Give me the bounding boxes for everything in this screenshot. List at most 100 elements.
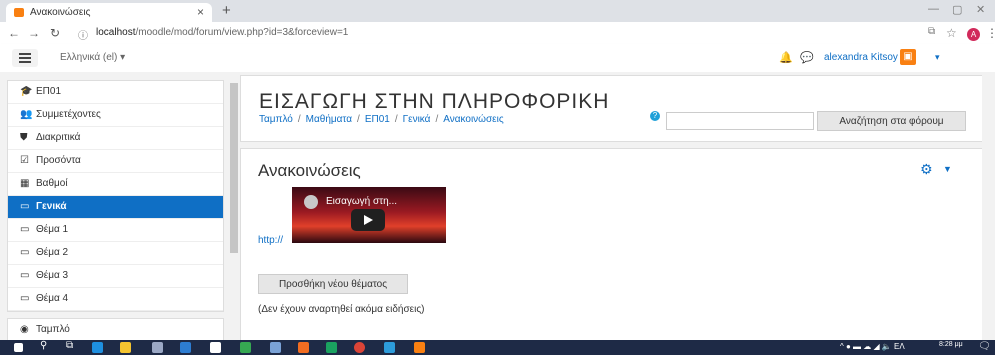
drawer-item-label: Προσόντα	[36, 155, 81, 166]
tab-title: Ανακοινώσεις	[30, 7, 91, 18]
breadcrumb-item[interactable]: Μαθήματα	[306, 114, 352, 125]
drawer-item-label: Βαθμοί	[36, 178, 68, 189]
task-view-icon[interactable]: ⧉	[66, 340, 73, 351]
forward-arrow-icon[interactable]: →	[28, 26, 40, 40]
bookmark-star-icon[interactable]: ☆	[946, 26, 957, 40]
drawer-item-label: Θέμα 1	[36, 224, 69, 235]
input-language[interactable]: ΕΛ	[894, 342, 905, 351]
hamburger-icon	[19, 53, 31, 55]
app-icon[interactable]	[210, 342, 221, 353]
site-info-icon[interactable]: ⓘ	[78, 27, 88, 42]
drawer-item-8[interactable]: ▭ Θέμα 3	[8, 265, 223, 288]
url-text: localhost/moodle/mod/forum/view.php?id=3…	[96, 27, 348, 38]
app-icon[interactable]	[384, 342, 395, 353]
close-window-button[interactable]: ✕	[976, 3, 985, 16]
folder-icon: ▭	[20, 293, 30, 304]
breadcrumb: Ταμπλό / Μαθήματα / ΕΠ01 / Γενικά / Ανακοινώσεις	[259, 114, 504, 125]
minimize-button[interactable]: —	[928, 3, 939, 15]
edge-browser-icon[interactable]	[92, 342, 103, 353]
user-menu-name[interactable]: alexandra Kitsoy	[824, 52, 898, 63]
system-tray[interactable]: ^ ● ▬ ☁ ◢ 🔈 ΕΛ	[840, 342, 905, 351]
shield-icon: ⛊	[20, 132, 28, 143]
drive-icon[interactable]	[326, 342, 337, 353]
chevron-down-icon[interactable]: ▼	[943, 164, 952, 174]
check-square-icon: ☑	[20, 155, 29, 166]
messages-icon[interactable]: 💬	[800, 51, 814, 64]
moodle-favicon-icon	[14, 8, 24, 17]
drawer-item-label: Ταμπλό	[36, 324, 70, 335]
moodle-app-icon[interactable]	[414, 342, 425, 353]
drawer-item-4[interactable]: ▦ Βαθμοί	[8, 173, 223, 196]
drawer-item-7[interactable]: ▭ Θέμα 2	[8, 242, 223, 265]
reload-icon[interactable]: ↻	[50, 26, 60, 40]
forum-content-card: Ανακοινώσεις ⚙ ▼ Εισαγωγή στη... http://…	[240, 148, 984, 341]
page-scrollbar[interactable]	[982, 72, 995, 340]
drawer-item-2[interactable]: ⛊ Διακριτικά	[8, 127, 223, 150]
windows-start-icon[interactable]	[14, 343, 23, 352]
url-path: /moodle/mod/forum/view.php?id=3&forcevie…	[135, 27, 349, 38]
add-topic-button[interactable]: Προσθήκη νέου θέματος	[258, 274, 408, 294]
store-icon[interactable]	[152, 342, 163, 353]
app-icon[interactable]	[240, 342, 251, 353]
drawer-item-label: Θέμα 2	[36, 247, 69, 258]
no-posts-message: (Δεν έχουν αναρτηθεί ακόμα ειδήσεις)	[258, 304, 425, 315]
tachometer-icon: ◉	[20, 324, 29, 335]
gear-icon[interactable]: ⚙	[920, 161, 933, 178]
drawer-item-dashboard[interactable]: ◉ Ταμπλό	[8, 319, 223, 342]
drawer-item-label: Συμμετέχοντες	[36, 109, 101, 120]
folder-icon: ▭	[20, 247, 30, 258]
browser-tab-strip: Ανακοινώσεις × + — ▢ ✕	[0, 0, 995, 22]
drawer-item-9[interactable]: ▭ Θέμα 4	[8, 288, 223, 311]
browser-tab[interactable]: Ανακοινώσεις ×	[6, 3, 212, 22]
app-icon[interactable]	[180, 342, 191, 353]
folder-icon: ▭	[20, 224, 30, 235]
drawer-scroll-thumb[interactable]	[230, 83, 238, 253]
app-icon[interactable]	[270, 342, 281, 353]
translate-icon[interactable]: ⧉	[928, 26, 935, 37]
breadcrumb-item[interactable]: Ταμπλό	[259, 114, 293, 125]
drawer-toggle-button[interactable]	[12, 49, 38, 67]
browser-menu-icon[interactable]: ⋮	[986, 26, 995, 40]
search-icon[interactable]: ⚲	[40, 340, 47, 351]
drawer-item-5[interactable]: ▭ Γενικά	[8, 196, 223, 219]
profile-avatar[interactable]: A	[967, 28, 980, 41]
drawer-item-1[interactable]: 👥 Συμμετέχοντες	[8, 104, 223, 127]
taskbar-clock[interactable]: 8:28 μμ	[939, 341, 963, 348]
forum-search-button[interactable]: Αναζήτηση στα φόρουμ	[817, 111, 966, 131]
tab-close-icon[interactable]: ×	[197, 5, 204, 19]
back-arrow-icon[interactable]: ←	[8, 26, 20, 40]
play-icon[interactable]	[351, 209, 385, 231]
help-icon[interactable]: ?	[650, 111, 660, 121]
address-bar[interactable]: ⓘ localhost/moodle/mod/forum/view.php?id…	[76, 25, 936, 42]
drawer-item-3[interactable]: ☑ Προσόντα	[8, 150, 223, 173]
breadcrumb-separator: /	[357, 114, 360, 125]
embedded-video[interactable]: Εισαγωγή στη...	[292, 187, 446, 243]
table-icon: ▦	[20, 178, 30, 189]
forum-search-input[interactable]	[666, 112, 814, 130]
language-menu[interactable]: Ελληνικά (el) ▾	[60, 52, 125, 63]
drawer-item-label: Θέμα 3	[36, 270, 69, 281]
notification-center-icon[interactable]: 🗨	[978, 341, 991, 352]
drawer-item-label: ΕΠ01	[36, 86, 62, 97]
breadcrumb-separator: /	[297, 114, 301, 125]
chrome-icon[interactable]	[354, 342, 365, 353]
drawer-item-0[interactable]: 🎓 ΕΠ01	[8, 81, 223, 104]
user-avatar[interactable]: ▣	[900, 49, 916, 65]
file-explorer-icon[interactable]	[120, 342, 131, 353]
breadcrumb-separator: /	[435, 114, 439, 125]
breadcrumb-item[interactable]: Γενικά	[403, 114, 431, 125]
breadcrumb-item[interactable]: Ανακοινώσεις	[443, 114, 503, 125]
moodle-navbar: Ελληνικά (el) ▾ 🔔 💬 alexandra Kitsoy ▣ ▾	[0, 44, 995, 73]
forum-title: Ανακοινώσεις	[258, 161, 361, 180]
windows-taskbar: ⚲ ⧉ ^ ● ▬ ☁ ◢ 🔈 ΕΛ 8:28 μμ 🗨	[0, 340, 995, 355]
breadcrumb-item[interactable]: ΕΠ01	[365, 114, 390, 125]
xampp-icon[interactable]	[298, 342, 309, 353]
new-tab-button[interactable]: +	[222, 2, 231, 19]
restore-button[interactable]: ▢	[952, 3, 962, 16]
user-menu-caret-icon[interactable]: ▾	[935, 52, 940, 63]
drawer-scrollbar[interactable]	[229, 73, 239, 340]
course-nav-list: 🎓 ΕΠ01 👥 Συμμετέχοντες ⛊ Διακριτικά ☑ Προσόντα ▦…	[7, 80, 224, 312]
drawer-item-6[interactable]: ▭ Θέμα 1	[8, 219, 223, 242]
video-link[interactable]: http://	[258, 235, 283, 246]
notifications-bell-icon[interactable]: 🔔	[779, 51, 793, 64]
